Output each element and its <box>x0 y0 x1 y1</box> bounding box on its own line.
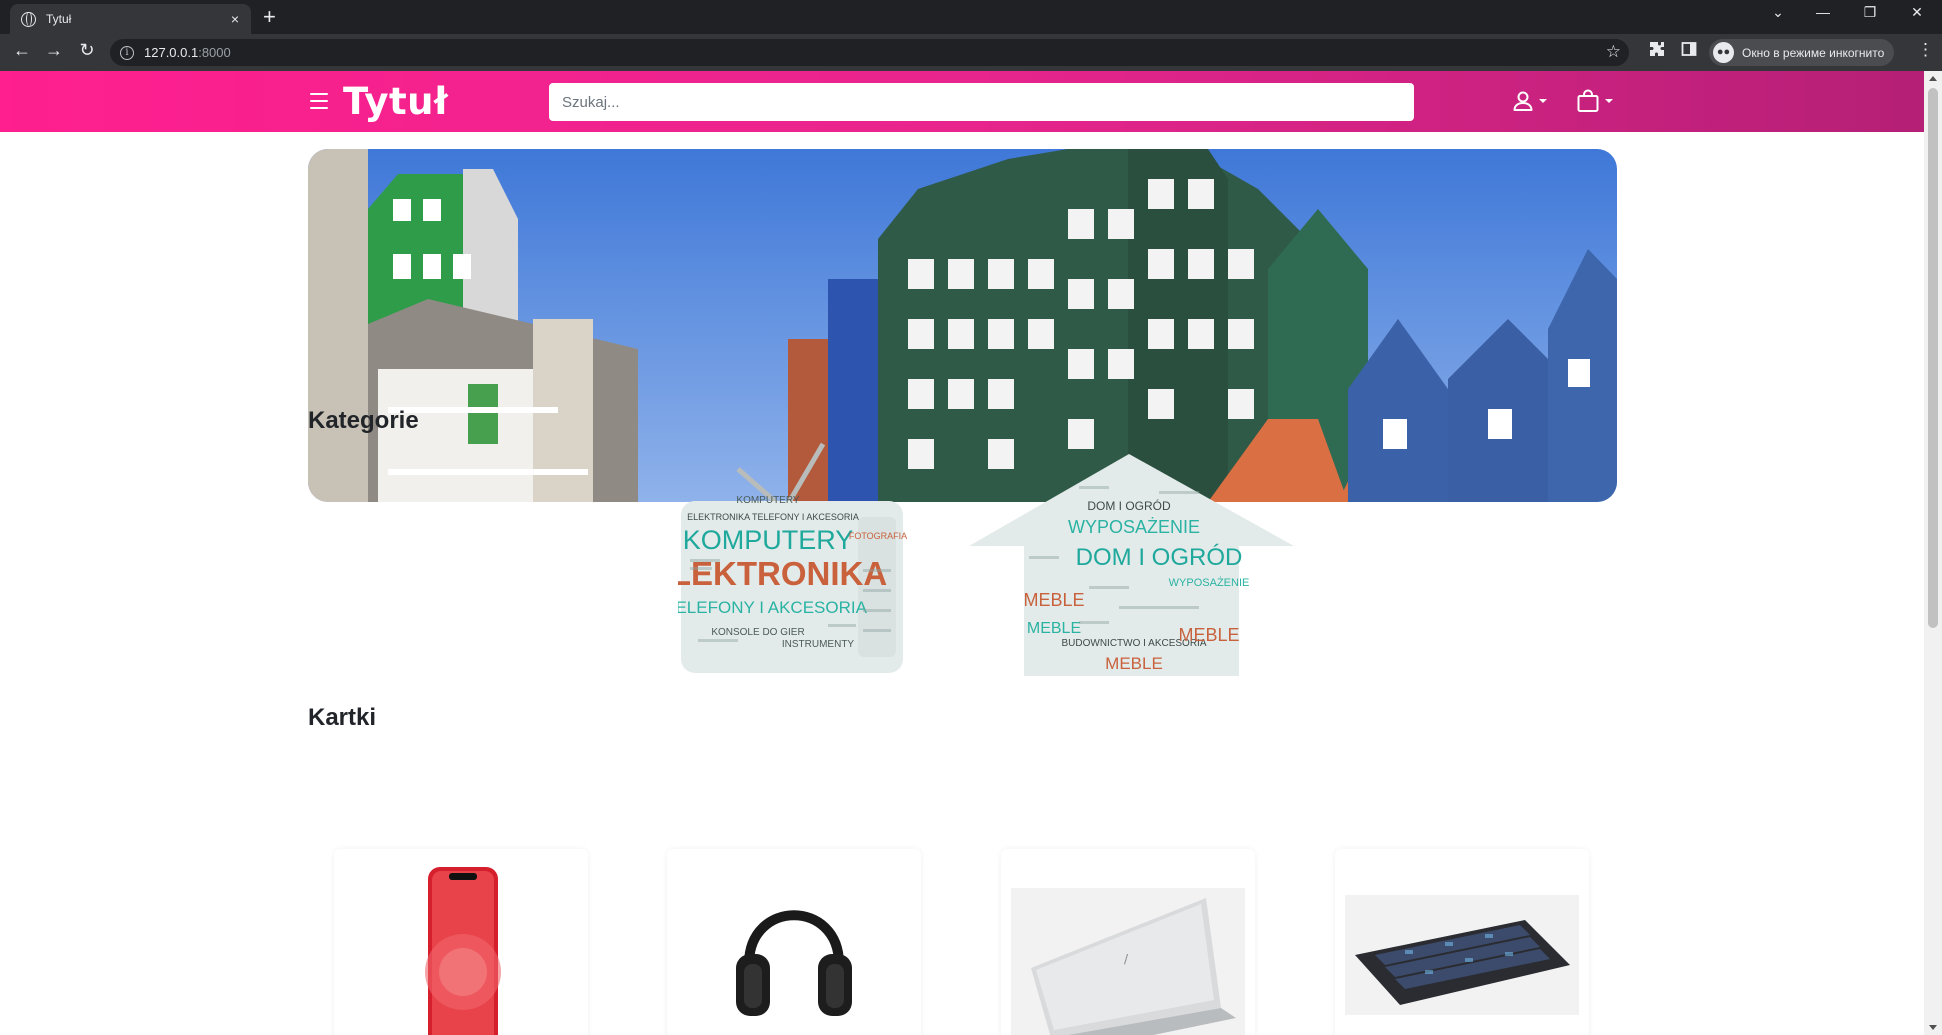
user-icon <box>1513 91 1533 111</box>
category-word: KONSOLE DO GIER <box>711 627 804 638</box>
product-card[interactable] <box>334 849 588 1035</box>
headphones-image <box>736 910 852 1016</box>
cart-menu-button[interactable] <box>1576 87 1613 115</box>
back-button[interactable]: ← <box>11 40 33 61</box>
site-navbar: Tytuł <box>0 71 1924 132</box>
category-word: MEBLE <box>1105 654 1163 673</box>
chevron-down-icon <box>1605 99 1613 103</box>
category-word: TELEFONY I AKCESORIA <box>678 598 868 617</box>
category-word: KOMPUTERY <box>683 525 854 555</box>
minimize-button[interactable]: — <box>1811 4 1835 20</box>
url-host: 127.0.0.1 <box>144 45 199 60</box>
url-port: :8000 <box>198 45 231 60</box>
bookmark-star-icon[interactable]: ☆ <box>1606 42 1621 62</box>
browser-toolbar: ← → ↻ i 127.0.0.1 :8000 ☆ ●● Окно в режи… <box>0 34 1942 71</box>
cards-heading: Kartki <box>308 704 377 731</box>
browser-tab[interactable]: Tytuł × <box>10 4 251 34</box>
hero-banner[interactable] <box>308 149 1617 502</box>
new-tab-button[interactable]: + <box>263 6 276 28</box>
side-panel-icon[interactable] <box>1679 41 1699 61</box>
category-word: KOMPUTERY <box>736 495 799 506</box>
category-word: DOM I OGRÓD <box>1076 544 1243 571</box>
category-word: FOTOGRAFIA <box>849 531 907 541</box>
scrollbar-thumb[interactable] <box>1928 88 1938 628</box>
page-scrollbar[interactable] <box>1924 71 1942 1035</box>
category-word: ELEKTRONIKA TELEFONY I AKCESORIA <box>687 512 859 522</box>
product-card[interactable]: / <box>1001 849 1255 1035</box>
globe-icon <box>21 11 36 27</box>
brand-logo[interactable]: Tytuł <box>343 80 448 123</box>
product-card[interactable] <box>667 849 921 1035</box>
reload-button[interactable]: ↻ <box>76 40 98 61</box>
address-bar[interactable]: i 127.0.0.1 :8000 ☆ <box>110 39 1629 66</box>
category-word: DOM I OGRÓD <box>1087 498 1171 513</box>
restore-button[interactable]: ❐ <box>1858 4 1882 21</box>
browser-tab-strip: Tytuł × + ⌄ — ❐ ✕ <box>0 0 1942 34</box>
scroll-up-arrow-icon[interactable] <box>1929 76 1937 81</box>
tab-search-button[interactable]: ⌄ <box>1766 4 1790 21</box>
category-word: MEBLE <box>1027 620 1081 637</box>
category-word: WYPOSAŻENIE <box>1169 576 1250 589</box>
page-viewport: Tytuł Szukaj... Kategorie KOMPUTERY ELEK… <box>0 71 1924 1035</box>
scroll-down-arrow-icon[interactable] <box>1929 1025 1937 1030</box>
account-menu-button[interactable] <box>1512 87 1547 115</box>
shopping-bag-icon <box>1577 89 1599 112</box>
category-home-garden[interactable]: DOM I OGRÓD WYPOSAŻENIE DOM I OGRÓD MEBL… <box>969 446 1299 676</box>
category-word: INSTRUMENTY <box>782 639 855 650</box>
incognito-icon: ●● <box>1713 42 1734 63</box>
site-info-icon[interactable]: i <box>120 45 134 60</box>
tab-title: Tytuł <box>46 12 72 26</box>
incognito-label: Окно в режиме инкогнито <box>1742 45 1885 60</box>
laptop-image: / <box>1011 888 1245 1035</box>
product-card[interactable] <box>1335 849 1589 1035</box>
chevron-down-icon <box>1539 99 1547 103</box>
browser-menu-button[interactable]: ⋮ <box>1917 40 1934 60</box>
extensions-icon[interactable] <box>1647 41 1667 61</box>
category-electronics[interactable]: KOMPUTERY ELEKTRONIKA TELEFONY I AKCESOR… <box>678 439 908 679</box>
category-word: MEBLE <box>1023 590 1084 610</box>
hamburger-menu-icon[interactable] <box>310 93 328 109</box>
category-word: WYPOSAŻENIE <box>1068 517 1200 537</box>
keyboard-image <box>1345 895 1579 1015</box>
forward-button[interactable]: → <box>43 40 65 61</box>
smartphone-image <box>425 867 501 1035</box>
close-window-button[interactable]: ✕ <box>1905 4 1929 21</box>
hero-photo <box>308 149 1617 502</box>
categories-heading: Kategorie <box>308 407 419 434</box>
search-input[interactable] <box>549 83 1414 121</box>
close-tab-icon[interactable]: × <box>227 11 243 27</box>
incognito-indicator[interactable]: ●● Окно в режиме инкогнито <box>1709 39 1895 66</box>
category-word: MEBLE <box>1178 625 1239 645</box>
